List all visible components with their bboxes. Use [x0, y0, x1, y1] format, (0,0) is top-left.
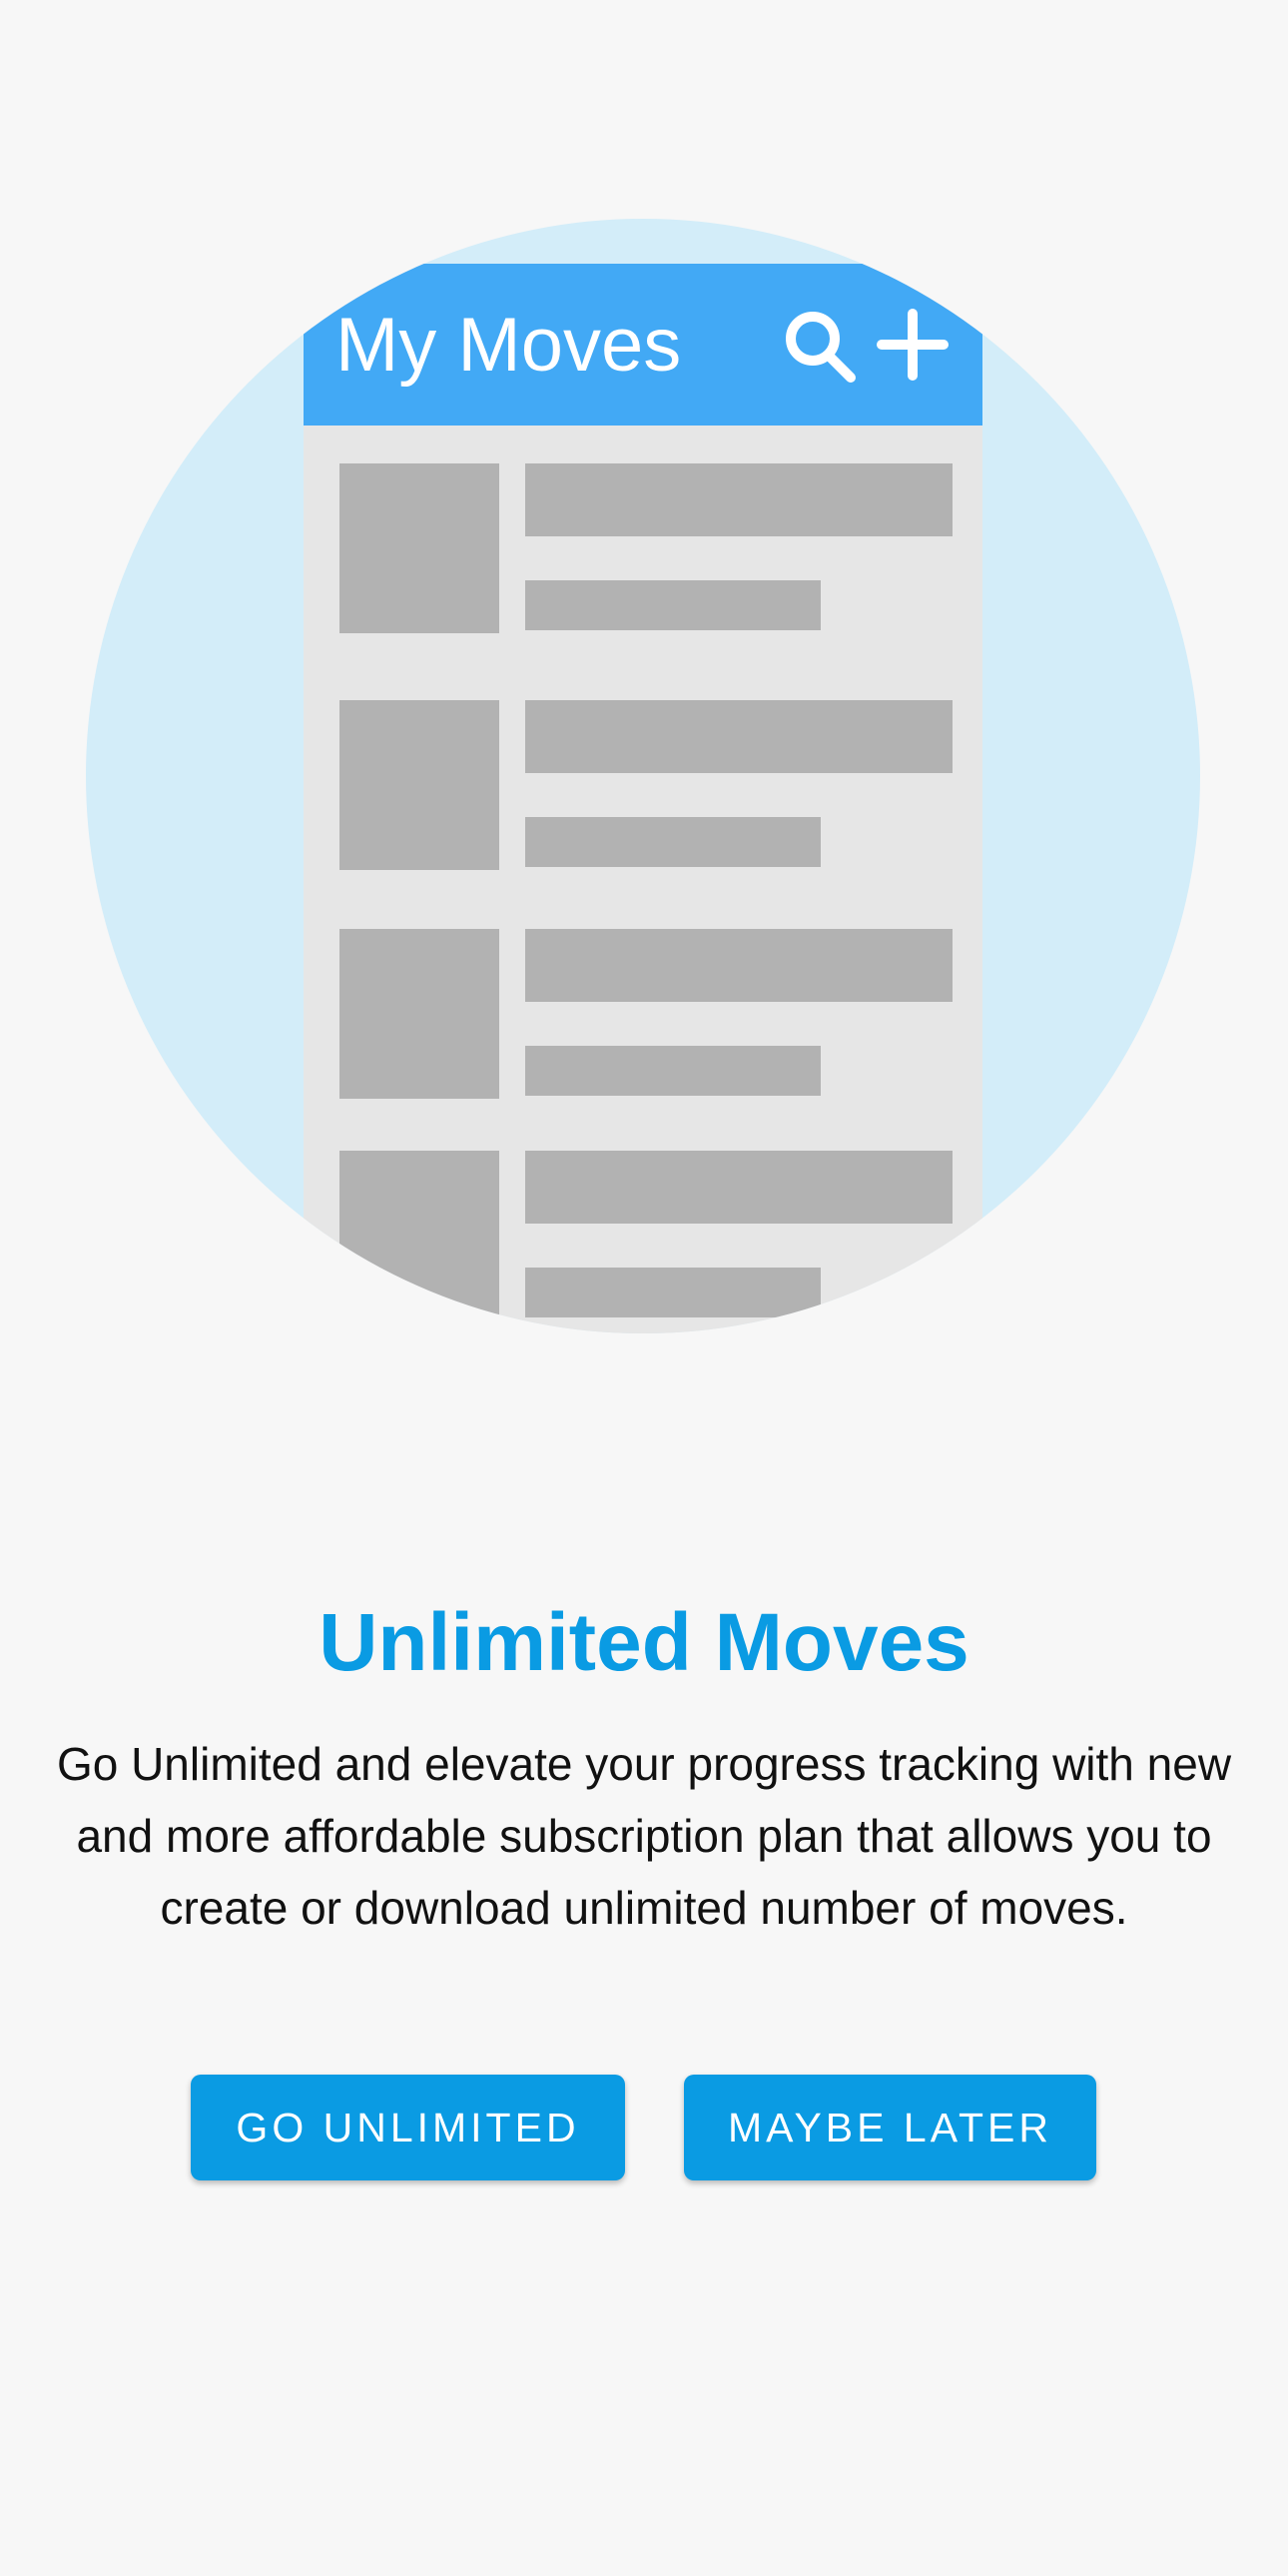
maybe-later-button[interactable]: MAYBE LATER	[684, 2075, 1096, 2180]
description-text: Go Unlimited and elevate your progress t…	[56, 1738, 1232, 1934]
upgrade-screen: My Moves Unlimited Moves Go Unlimited an…	[0, 0, 1288, 2576]
mock-app-title: My Moves	[335, 303, 681, 388]
page-title: Unlimited Moves	[319, 1597, 969, 1688]
upgrade-illustration: My Moves	[86, 219, 1200, 1333]
go-unlimited-button[interactable]: GO UNLIMITED	[191, 2075, 625, 2180]
